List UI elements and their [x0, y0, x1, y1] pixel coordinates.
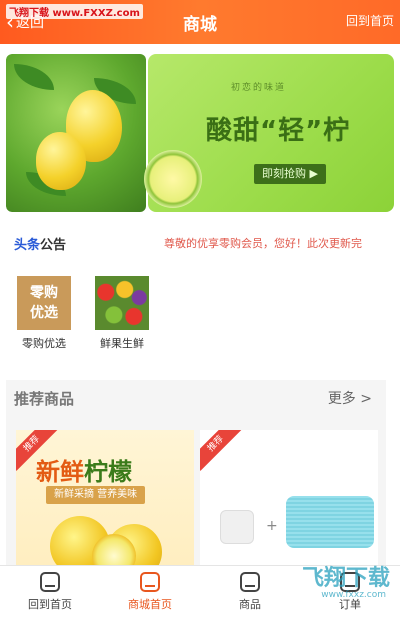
- product-subtitle: 新鲜采摘 营养美味: [46, 486, 146, 504]
- page-title: 商城: [183, 14, 217, 35]
- product-card[interactable]: 推荐 新鲜柠檬 新鲜采摘 营养美味: [16, 430, 194, 566]
- tab-mall-home[interactable]: 商城首页: [100, 566, 200, 618]
- entry-label: 鲜果生鲜: [100, 337, 144, 350]
- entry-fresh-fruit[interactable]: 鲜果生鲜: [92, 276, 152, 351]
- store-icon: [140, 572, 160, 592]
- recommend-list: 推荐 新鲜柠檬 新鲜采摘 营养美味 推荐 +: [6, 416, 386, 566]
- tab-home[interactable]: 回到首页: [0, 566, 100, 618]
- recommend-header: 推荐商品 更多 >: [6, 380, 386, 416]
- recommend-badge: 推荐: [200, 430, 243, 471]
- buy-now-button[interactable]: 即刻抢购 ▶: [254, 164, 326, 184]
- lingou-logo-icon: 零购 优选: [17, 276, 71, 330]
- notice-bar[interactable]: 头条公告 尊敬的优享零购会员，您好！此次更新完: [14, 232, 394, 254]
- promo-headline: 酸甜“轻”柠: [206, 116, 351, 146]
- section-title: 推荐商品: [14, 389, 75, 408]
- home-icon: [40, 572, 60, 592]
- home-link[interactable]: 回到首页: [346, 12, 394, 29]
- banner-carousel[interactable]: 初恋的味道 酸甜“轻”柠 即刻抢购 ▶: [6, 54, 394, 212]
- promo-slide: 初恋的味道 酸甜“轻”柠 即刻抢购 ▶: [144, 54, 394, 212]
- device-image: [220, 510, 254, 544]
- watermark-url: www.fxxz.com: [321, 590, 386, 600]
- product-banner-text: 新鲜柠檬: [36, 458, 132, 486]
- entry-lingou[interactable]: 零购 优选 零购优选: [14, 276, 74, 351]
- entry-label: 零购优选: [22, 337, 66, 350]
- box-icon: [240, 572, 260, 592]
- tab-products[interactable]: 商品: [200, 566, 300, 618]
- lemon-slice-image: [144, 150, 202, 208]
- plus-icon: +: [266, 518, 278, 534]
- lemon-tree-image: [6, 54, 146, 212]
- speaker-image: [286, 496, 374, 548]
- more-link[interactable]: 更多 >: [328, 388, 372, 408]
- watermark: 飞翔下载 www.FXXZ.com: [6, 4, 143, 19]
- notice-label: 头条公告: [14, 237, 67, 253]
- notice-text: 尊敬的优享零购会员，您好！此次更新完: [164, 237, 362, 250]
- promo-tag: 初恋的味道: [231, 83, 287, 93]
- product-card[interactable]: 推荐 +: [200, 430, 378, 566]
- watermark: 飞翔下载: [301, 566, 390, 591]
- top-bar: ‹ 返回 飞翔下载 www.FXXZ.com 商城 回到首页: [0, 0, 400, 44]
- fruit-icon: [95, 276, 149, 330]
